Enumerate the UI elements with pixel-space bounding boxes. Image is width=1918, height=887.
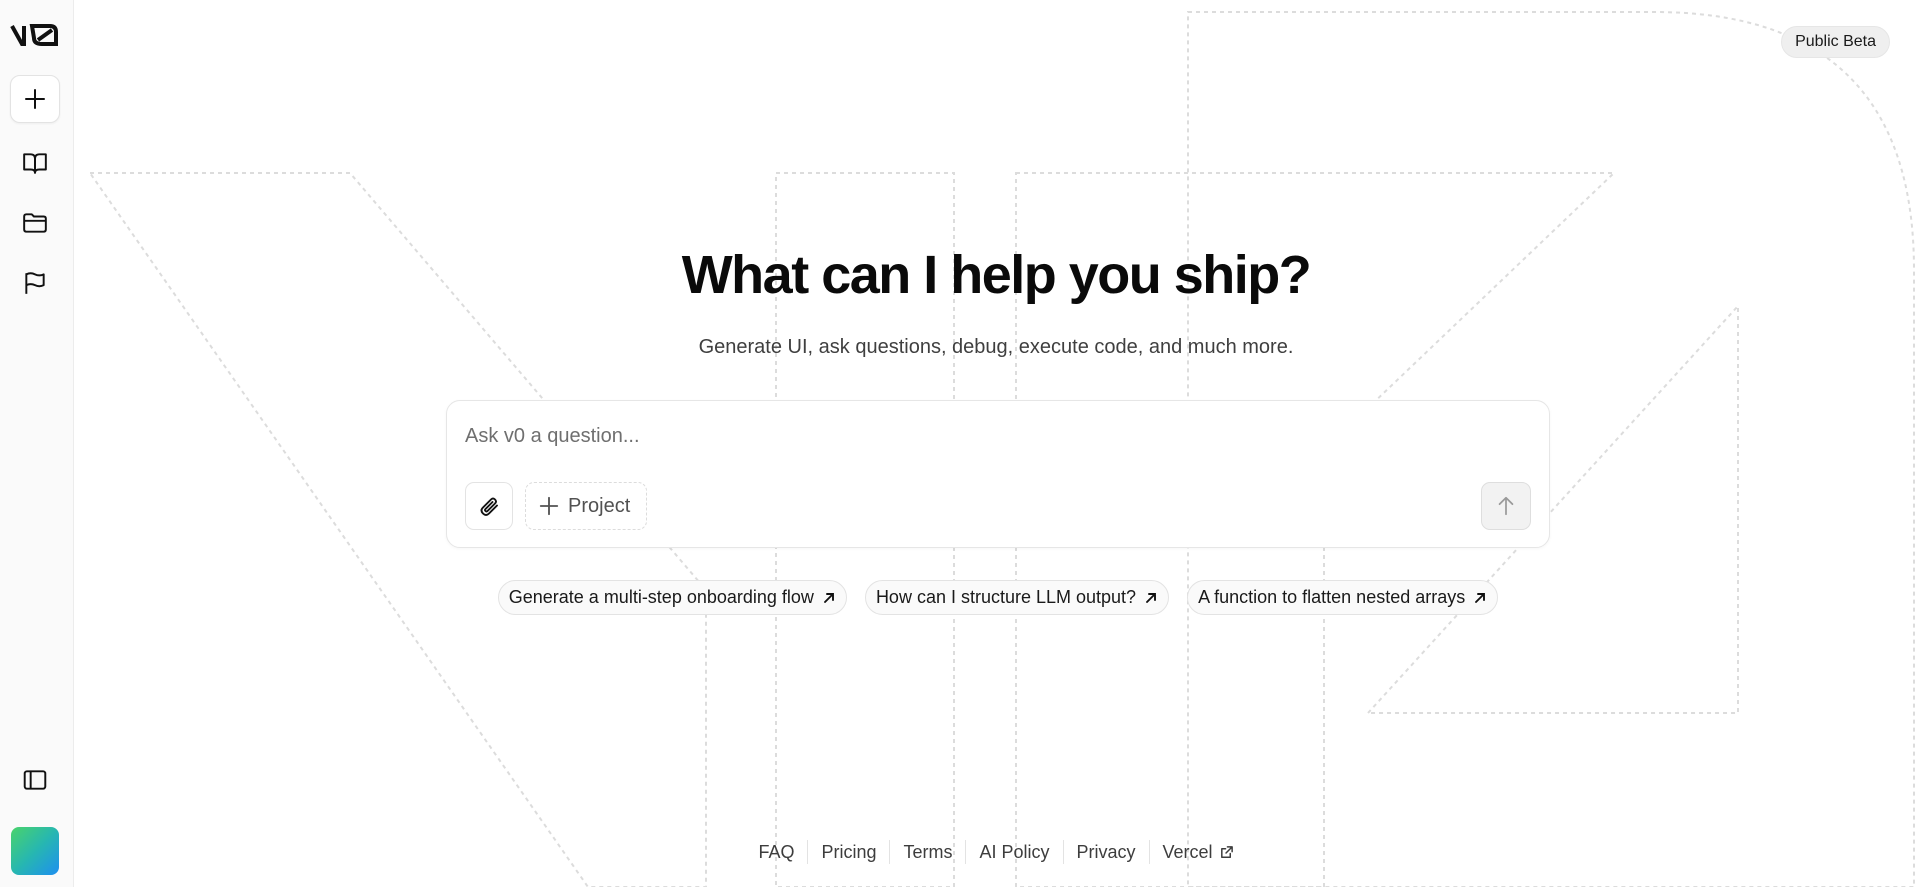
book-open-icon xyxy=(23,153,47,174)
chat-box: Project xyxy=(446,400,1550,548)
paperclip-icon xyxy=(480,497,498,516)
app-root: Public Beta What can I help you ship? Ge… xyxy=(0,0,1918,887)
external-link-icon xyxy=(1220,845,1233,858)
footer-link-vercel[interactable]: Vercel xyxy=(1150,842,1247,863)
folder-icon xyxy=(23,213,47,233)
add-project-button[interactable]: Project xyxy=(525,482,648,530)
page-subtitle: Generate UI, ask questions, debug, execu… xyxy=(698,336,1294,358)
footer: FAQ Pricing Terms AI Policy Privacy Verc… xyxy=(74,840,1918,864)
sidebar xyxy=(0,0,74,887)
footer-link-pricing[interactable]: Pricing xyxy=(808,842,889,863)
chat-input[interactable] xyxy=(465,421,1525,451)
suggestion-chip[interactable]: Generate a multi-step onboarding flow xyxy=(497,580,847,615)
suggestion-list: Generate a multi-step onboarding flow Ho… xyxy=(446,580,1550,615)
plus-icon xyxy=(25,89,45,109)
footer-link-faq[interactable]: FAQ xyxy=(745,842,807,863)
plus-icon xyxy=(539,496,559,516)
arrow-up-icon xyxy=(1498,496,1514,516)
footer-link-vercel-label: Vercel xyxy=(1162,841,1213,862)
send-button[interactable] xyxy=(1481,482,1531,530)
flag-icon xyxy=(25,272,45,294)
new-chat-button[interactable] xyxy=(10,75,60,123)
add-project-label: Project xyxy=(568,494,631,517)
footer-link-ai-policy[interactable]: AI Policy xyxy=(966,842,1062,863)
suggestion-chip[interactable]: How can I structure LLM output? xyxy=(864,580,1170,615)
sidebar-toggle-button[interactable] xyxy=(10,756,60,804)
arrow-up-right-icon xyxy=(823,592,834,603)
footer-link-terms[interactable]: Terms xyxy=(890,842,965,863)
public-beta-badge[interactable]: Public Beta xyxy=(1781,26,1890,58)
arrow-up-right-icon xyxy=(1475,592,1486,603)
suggestion-label: A function to flatten nested arrays xyxy=(1198,587,1466,607)
arrow-up-right-icon xyxy=(1146,592,1157,603)
projects-button[interactable] xyxy=(10,199,60,247)
avatar[interactable] xyxy=(11,827,59,875)
v0-logo-icon[interactable] xyxy=(10,18,60,50)
suggestion-label: Generate a multi-step onboarding flow xyxy=(508,587,814,607)
suggestion-label: How can I structure LLM output? xyxy=(875,587,1137,607)
footer-link-privacy[interactable]: Privacy xyxy=(1064,842,1149,863)
library-button[interactable] xyxy=(10,139,60,187)
page-title: What can I help you ship? xyxy=(681,245,1312,305)
feedback-button[interactable] xyxy=(10,259,60,307)
sidebar-toggle-icon xyxy=(23,770,47,790)
attach-button[interactable] xyxy=(465,482,513,530)
suggestion-chip[interactable]: A function to flatten nested arrays xyxy=(1187,580,1499,615)
